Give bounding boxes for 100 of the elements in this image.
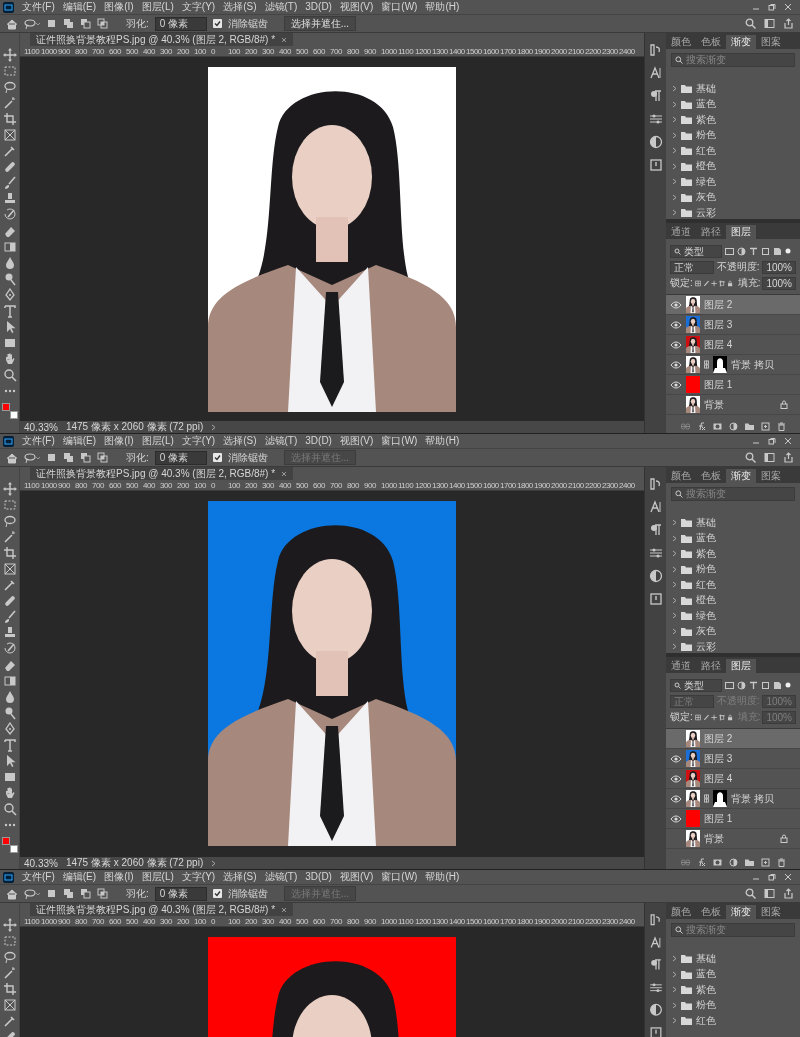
home-icon[interactable] <box>6 451 18 464</box>
properties-icon[interactable] <box>648 112 663 126</box>
adjustments-icon[interactable] <box>648 569 663 583</box>
adjustment-filter-icon[interactable] <box>737 680 746 690</box>
close-icon[interactable] <box>281 36 288 43</box>
close-icon[interactable] <box>281 470 288 477</box>
menu-item[interactable]: 视图(V) <box>335 870 378 884</box>
menu-item[interactable]: 文件(F) <box>18 0 59 14</box>
shape-filter-icon[interactable] <box>761 246 770 256</box>
brush-icon[interactable] <box>702 712 710 722</box>
panel-tab[interactable]: 颜色 <box>666 35 696 49</box>
menu-item[interactable]: 视图(V) <box>335 0 378 14</box>
close-icon[interactable] <box>784 3 792 11</box>
trash-icon[interactable] <box>776 421 786 431</box>
eraser-icon[interactable] <box>2 658 17 672</box>
document-tab[interactable]: 证件照换背景教程PS.jpg @ 40.3% (图层 2, RGB/8#) * <box>30 33 294 46</box>
document-tab[interactable]: 证件照换背景教程PS.jpg @ 40.3% (图层 2, RGB/8#) * <box>30 467 294 480</box>
menu-item[interactable]: 图像(I) <box>100 870 138 884</box>
menu-item[interactable]: 滤镜(T) <box>260 870 302 884</box>
menu-item[interactable]: 窗口(W) <box>377 0 422 14</box>
menu-item[interactable]: 文字(Y) <box>177 870 220 884</box>
add-selection-icon[interactable] <box>63 452 74 463</box>
move-icon[interactable] <box>2 482 17 496</box>
select-and-mask-button[interactable]: 选择并遮住... <box>283 16 357 31</box>
document-tab[interactable]: 证件照换背景教程PS.jpg @ 40.3% (图层 2, RGB/8#) * <box>30 903 294 916</box>
panel-tab[interactable]: 图层 <box>726 225 756 239</box>
history-brush-icon[interactable] <box>2 208 17 222</box>
fill-field[interactable]: 100% <box>762 276 796 290</box>
panel-tab[interactable]: 渐变 <box>726 35 756 49</box>
paragraph-icon[interactable] <box>648 523 663 537</box>
subtract-selection-icon[interactable] <box>80 18 91 29</box>
move-icon[interactable] <box>2 48 17 62</box>
layer-row[interactable]: 图层 4 <box>666 335 800 355</box>
image-filter-icon[interactable] <box>725 680 734 690</box>
adjustments-icon[interactable] <box>648 1003 663 1017</box>
history-icon[interactable] <box>648 477 663 491</box>
marquee-icon[interactable] <box>2 934 17 948</box>
workspace-icon[interactable] <box>764 452 775 463</box>
info-icon[interactable] <box>648 158 663 172</box>
eye-icon[interactable] <box>670 772 682 785</box>
gradient-folder[interactable]: 粉色 <box>666 561 800 577</box>
menu-item[interactable]: 选择(S) <box>219 870 261 884</box>
lasso-icon[interactable] <box>24 17 40 30</box>
search-icon[interactable] <box>745 18 756 29</box>
layer-row[interactable]: 背景 拷贝 <box>666 789 800 809</box>
gradient-folder[interactable]: 紫色 <box>666 546 800 562</box>
image-filter-icon[interactable] <box>725 246 734 256</box>
gradient-icon[interactable] <box>2 674 17 688</box>
menu-item[interactable]: 3D(D) <box>301 0 336 14</box>
add-selection-icon[interactable] <box>63 888 74 899</box>
character-icon[interactable] <box>648 935 663 949</box>
gradient-folder[interactable]: 橙色 <box>666 592 800 608</box>
home-icon[interactable] <box>6 887 18 900</box>
stamp-icon[interactable] <box>2 192 17 206</box>
frame-icon[interactable] <box>2 562 17 576</box>
filter-dropdown[interactable]: 类型 <box>670 678 722 692</box>
fx-icon[interactable] <box>696 857 706 867</box>
history-brush-icon[interactable] <box>2 642 17 656</box>
wand-icon[interactable] <box>2 96 17 110</box>
crop-icon[interactable] <box>2 982 17 996</box>
rectangle-icon[interactable] <box>2 336 17 350</box>
gradient-icon[interactable] <box>2 240 17 254</box>
zoom-icon[interactable] <box>2 368 17 382</box>
menu-item[interactable]: 编辑(E) <box>58 870 101 884</box>
search-icon[interactable] <box>745 888 756 899</box>
menu-item[interactable]: 3D(D) <box>301 870 336 884</box>
lasso-icon[interactable] <box>2 80 17 94</box>
panel-tab[interactable]: 图案 <box>756 469 786 483</box>
menu-item[interactable]: 图层(L) <box>137 870 178 884</box>
eye-icon[interactable] <box>670 298 682 311</box>
share-icon[interactable] <box>783 452 794 463</box>
new-layer-icon[interactable] <box>760 421 770 431</box>
workspace-icon[interactable] <box>764 18 775 29</box>
menu-item[interactable]: 滤镜(T) <box>260 434 302 448</box>
layer-row[interactable]: 图层 3 <box>666 749 800 769</box>
antialias-checkbox[interactable] <box>212 19 222 28</box>
panel-tab[interactable]: 图案 <box>756 905 786 919</box>
type-icon[interactable] <box>2 304 17 318</box>
restore-icon[interactable] <box>768 873 776 881</box>
foreground-color-swatch[interactable] <box>1 403 10 411</box>
toggle-icon[interactable] <box>785 682 791 688</box>
move-icon[interactable] <box>711 278 718 288</box>
restore-icon[interactable] <box>768 437 776 445</box>
menu-item[interactable]: 图层(L) <box>137 434 178 448</box>
marquee-icon[interactable] <box>2 498 17 512</box>
eye-icon[interactable] <box>670 812 682 825</box>
close-icon[interactable] <box>784 437 792 445</box>
lasso-icon[interactable] <box>2 950 17 964</box>
smart-object-filter-icon[interactable] <box>773 246 782 256</box>
wand-icon[interactable] <box>2 966 17 980</box>
layer-row[interactable]: 图层 4 <box>666 769 800 789</box>
gradient-folder[interactable]: 红色 <box>666 143 800 159</box>
frame-icon[interactable] <box>2 998 17 1012</box>
eye-icon[interactable] <box>670 378 682 391</box>
history-icon[interactable] <box>648 913 663 927</box>
gradient-folder[interactable]: 基础 <box>666 515 800 531</box>
menu-item[interactable]: 图像(I) <box>100 0 138 14</box>
opacity-field[interactable]: 100% <box>762 260 796 274</box>
toggle-icon[interactable] <box>785 248 791 254</box>
new-layer-icon[interactable] <box>760 857 770 867</box>
